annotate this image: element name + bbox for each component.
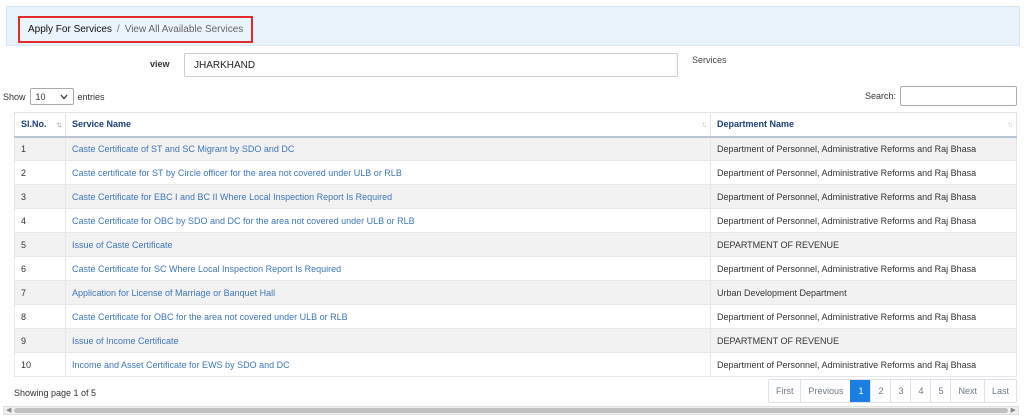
search-label: Search: [864, 91, 896, 101]
row-department: Department of Personnel, Administrative … [710, 160, 1017, 185]
table-row: 4 Caste Certificate for OBC by SDO and D… [14, 208, 1017, 233]
row-department: Department of Personnel, Administrative … [710, 184, 1017, 209]
row-sl-no: 6 [14, 256, 66, 281]
service-link[interactable]: Income and Asset Certificate for EWS by … [72, 360, 290, 370]
horizontal-scrollbar[interactable]: ◀ ▶ [3, 406, 1019, 415]
scrollbar-thumb[interactable] [14, 408, 1008, 413]
row-sl-no: 9 [14, 328, 66, 353]
sort-icon: ↑↓ [1007, 120, 1013, 129]
breadcrumb-separator: / [116, 24, 120, 35]
row-sl-no: 5 [14, 232, 66, 257]
state-input[interactable] [184, 53, 678, 77]
table-row: 1 Caste Certificate of ST and SC Migrant… [14, 136, 1017, 161]
column-header-service-name[interactable]: Service Name ↑↓ [65, 112, 711, 138]
service-link[interactable]: Issue of Caste Certificate [72, 240, 173, 250]
pagination-page-1[interactable]: 1 [850, 380, 871, 402]
pagination: First Previous 1 2 3 4 5 Next Last [767, 379, 1017, 403]
pagination-previous-button[interactable]: Previous [800, 380, 851, 402]
sort-icon: ↑↓ [701, 120, 707, 129]
pagination-page-3[interactable]: 3 [890, 380, 911, 402]
service-link[interactable]: Caste certificate for ST by Circle offic… [72, 168, 402, 178]
row-department: DEPARTMENT OF REVENUE [710, 328, 1017, 353]
view-filter-row: view Services [0, 53, 1024, 77]
breadcrumb: Apply For Services / View All Available … [18, 16, 254, 43]
row-department: Department of Personnel, Administrative … [710, 304, 1017, 329]
service-link[interactable]: Caste Certificate of ST and SC Migrant b… [72, 144, 294, 154]
chevron-down-icon [60, 92, 68, 102]
row-sl-no: 3 [14, 184, 66, 209]
table-row: 7 Application for License of Marriage or… [14, 280, 1017, 305]
table-info: Showing page 1 of 5 [14, 388, 97, 398]
row-sl-no: 8 [14, 304, 66, 329]
table-row: 10 Income and Asset Certificate for EWS … [14, 352, 1017, 377]
services-label: Services [692, 55, 727, 65]
row-sl-no: 2 [14, 160, 66, 185]
table-row: 8 Caste Certificate for OBC for the area… [14, 304, 1017, 329]
table-row: 2 Caste certificate for ST by Circle off… [14, 160, 1017, 185]
row-sl-no: 4 [14, 208, 66, 233]
service-link[interactable]: Application for License of Marriage or B… [72, 288, 275, 298]
service-link[interactable]: Caste Certificate for OBC by SDO and DC … [72, 216, 415, 226]
row-department: Urban Development Department [710, 280, 1017, 305]
pagination-first-button[interactable]: First [768, 380, 801, 402]
row-department: Department of Personnel, Administrative … [710, 208, 1017, 233]
table-row: 5 Issue of Caste Certificate DEPARTMENT … [14, 232, 1017, 257]
row-department: Department of Personnel, Administrative … [710, 136, 1017, 161]
table-row: 6 Caste Certificate for SC Where Local I… [14, 256, 1017, 281]
table-controls: Show 10 entries Search: [0, 86, 1024, 108]
service-link[interactable]: Caste Certificate for SC Where Local Ins… [72, 264, 341, 274]
pagination-last-button[interactable]: Last [983, 380, 1016, 402]
service-link[interactable]: Caste Certificate for EBC I and BC II Wh… [72, 192, 392, 202]
entries-length-value: 10 [35, 91, 46, 102]
show-label: Show [3, 91, 26, 102]
entries-label: entries [77, 91, 105, 102]
row-department: DEPARTMENT OF REVENUE [710, 232, 1017, 257]
row-department: Department of Personnel, Administrative … [710, 256, 1017, 281]
search-input[interactable] [900, 86, 1017, 106]
services-table: Sl.No. ↑↓ Service Name ↑↓ Department Nam… [14, 112, 1017, 377]
sort-icon: ↑↓ [56, 120, 62, 129]
breadcrumb-bar: Apply For Services / View All Available … [6, 6, 1020, 46]
row-sl-no: 7 [14, 280, 66, 305]
row-sl-no: 1 [14, 136, 66, 161]
row-sl-no: 10 [14, 352, 66, 377]
breadcrumb-current: View All Available Services [124, 24, 244, 35]
table-row: 9 Issue of Income Certificate DEPARTMENT… [14, 328, 1017, 353]
column-header-sl-no[interactable]: Sl.No. ↑↓ [14, 112, 66, 138]
breadcrumb-apply-for-services[interactable]: Apply For Services [28, 24, 112, 35]
search-box: Search: [865, 86, 1017, 106]
entries-length-select[interactable]: 10 [29, 88, 74, 105]
service-link[interactable]: Issue of Income Certificate [72, 336, 179, 346]
pagination-page-4[interactable]: 4 [910, 380, 931, 402]
pagination-page-2[interactable]: 2 [870, 380, 891, 402]
table-header-row: Sl.No. ↑↓ Service Name ↑↓ Department Nam… [14, 112, 1017, 138]
show-entries: Show 10 entries [3, 88, 105, 105]
column-header-department-name[interactable]: Department Name ↑↓ [710, 112, 1017, 138]
pagination-page-5[interactable]: 5 [930, 380, 951, 402]
service-link[interactable]: Caste Certificate for OBC for the area n… [72, 312, 348, 322]
scroll-right-arrow-icon[interactable]: ▶ [1011, 406, 1016, 414]
pagination-next-button[interactable]: Next [950, 380, 984, 402]
scroll-left-arrow-icon[interactable]: ◀ [6, 406, 11, 414]
row-department: Department of Personnel, Administrative … [710, 352, 1017, 377]
view-label: view [150, 59, 170, 69]
table-row: 3 Caste Certificate for EBC I and BC II … [14, 184, 1017, 209]
